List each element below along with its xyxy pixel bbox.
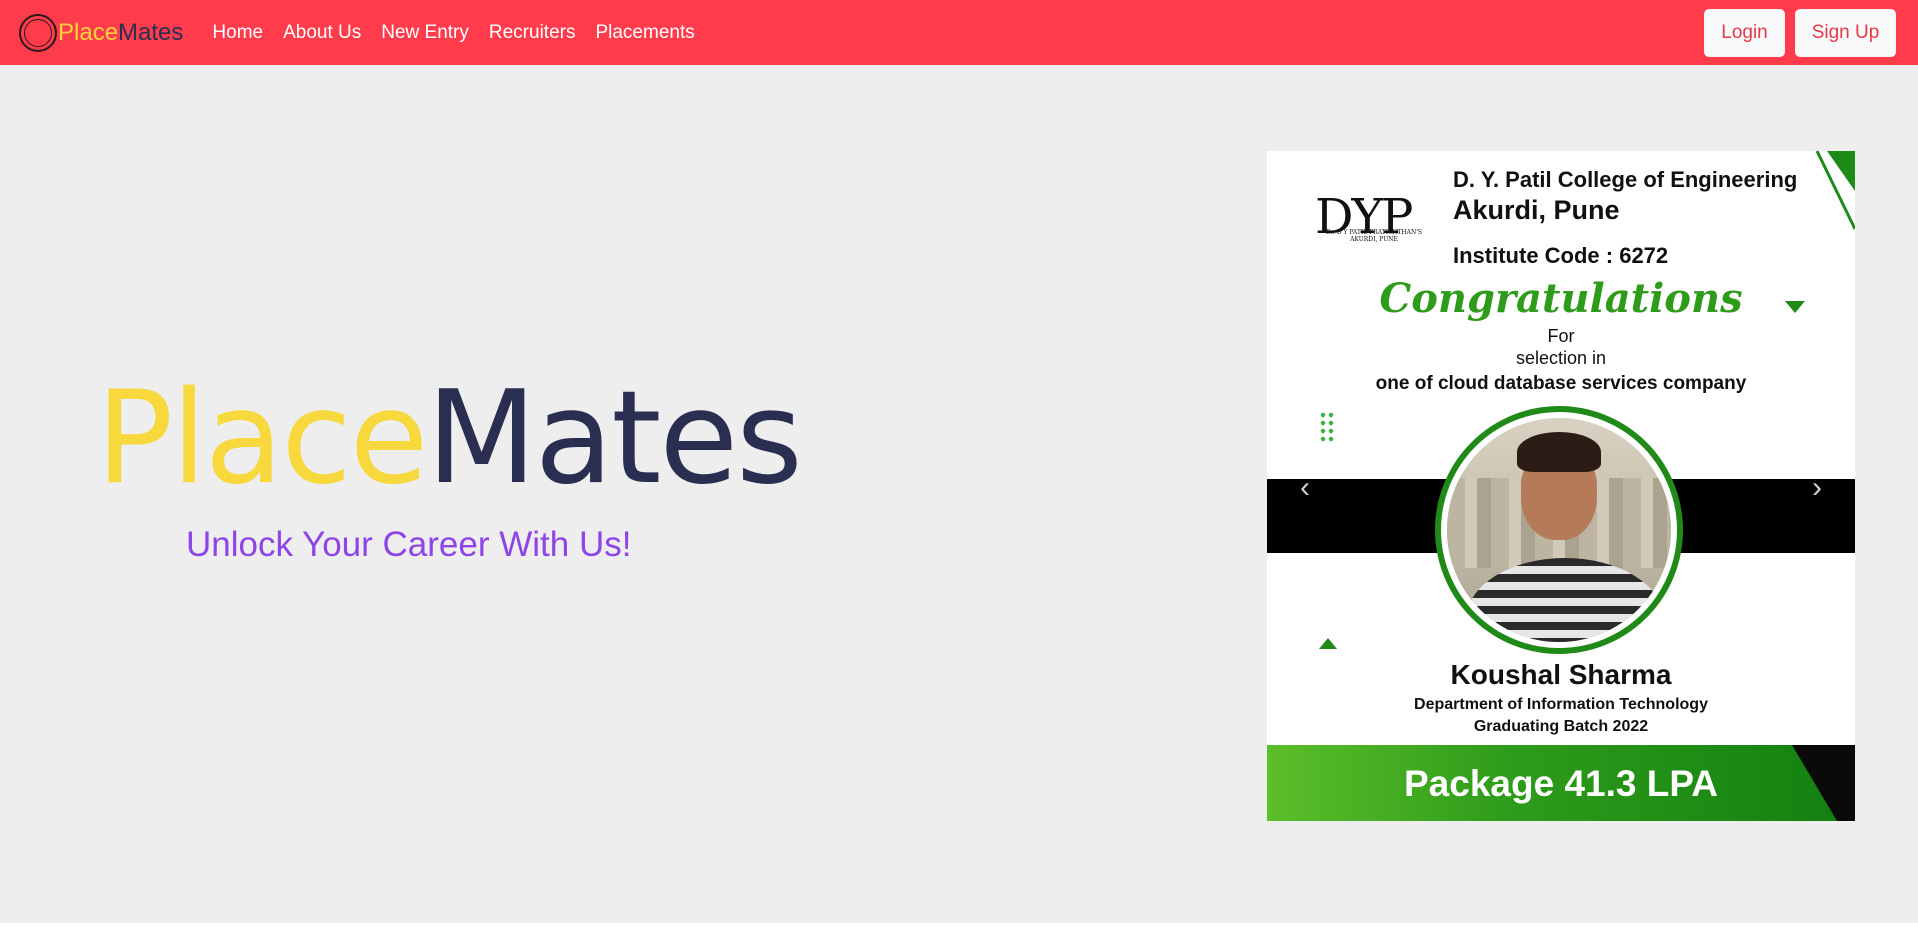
college-city: Akurdi, Pune bbox=[1453, 195, 1620, 225]
hero-subtitle: Unlock Your Career With Us! bbox=[186, 525, 632, 564]
dots-decoration-icon bbox=[1319, 411, 1335, 443]
student-department: Department of Information Technology bbox=[1414, 696, 1708, 713]
college-logo-subtext: Dr. D Y PATIL PRATISHTHAN'S AKURDI, PUNE bbox=[1325, 229, 1423, 244]
triangle-down-icon bbox=[1785, 301, 1805, 313]
nav-link-about-us[interactable]: About Us bbox=[283, 22, 361, 44]
hero-title: PlaceMates bbox=[96, 375, 803, 503]
selection-text: selection in bbox=[1515, 348, 1607, 368]
sign-up-button[interactable]: Sign Up bbox=[1795, 8, 1896, 57]
carousel-prev-icon[interactable]: ‹ bbox=[1285, 468, 1325, 508]
institute-code: Institute Code : 6272 bbox=[1453, 243, 1669, 268]
login-button[interactable]: Login bbox=[1704, 8, 1785, 57]
brand-logo-icon bbox=[19, 13, 57, 52]
college-name: D. Y. Patil College of Engineering bbox=[1453, 167, 1798, 192]
top-navbar: PlaceMates Home About Us New Entry Recru… bbox=[0, 0, 1918, 65]
carousel-next-icon[interactable]: › bbox=[1797, 468, 1837, 508]
triangle-up-icon bbox=[1319, 638, 1337, 649]
auth-buttons: Login Sign Up bbox=[1694, 8, 1896, 57]
hero-title-place: Place bbox=[96, 364, 428, 513]
corner-decoration-icon bbox=[1815, 151, 1855, 230]
brand-name-mates: Mates bbox=[118, 18, 184, 46]
student-photo bbox=[1435, 406, 1683, 654]
hero-title-mates: Mates bbox=[426, 364, 802, 513]
nav-link-recruiters[interactable]: Recruiters bbox=[489, 22, 576, 44]
nav-link-new-entry[interactable]: New Entry bbox=[381, 22, 469, 44]
nav-links: Home About Us New Entry Recruiters Place… bbox=[212, 22, 714, 44]
company-text: one of cloud database services company bbox=[1375, 373, 1747, 394]
nav-link-home[interactable]: Home bbox=[212, 22, 263, 44]
package-text: Package 41.3 LPA bbox=[1404, 763, 1718, 804]
placement-carousel[interactable]: DYP Dr. D Y PATIL PRATISHTHAN'S AKURDI, … bbox=[1267, 151, 1855, 821]
carousel-slide: DYP Dr. D Y PATIL PRATISHTHAN'S AKURDI, … bbox=[1267, 151, 1855, 821]
nav-link-placements[interactable]: Placements bbox=[595, 22, 694, 44]
for-text: For bbox=[1547, 326, 1575, 346]
brand-logo-link[interactable]: PlaceMates bbox=[19, 13, 183, 52]
brand-name-place: Place bbox=[58, 18, 119, 46]
graduating-batch: Graduating Batch 2022 bbox=[1473, 718, 1649, 735]
brand-name: PlaceMates bbox=[58, 19, 183, 47]
student-name: Koushal Sharma bbox=[1450, 659, 1672, 690]
congratulations-text: Congratulations bbox=[1379, 275, 1743, 322]
